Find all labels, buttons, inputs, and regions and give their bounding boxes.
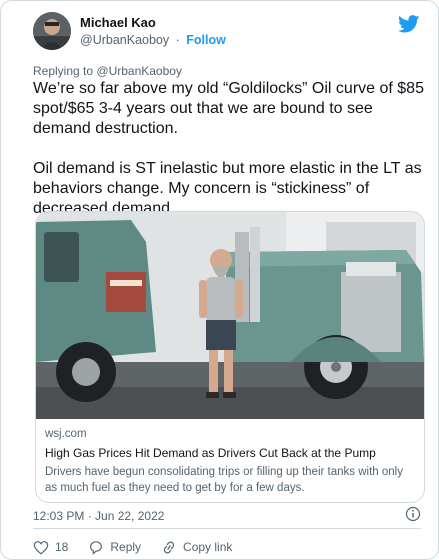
- link-card-info[interactable]: wsj.com High Gas Prices Hit Demand as Dr…: [45, 428, 415, 496]
- avatar[interactable]: [33, 12, 71, 50]
- replying-to: Replying to @UrbanKaoboy: [33, 64, 182, 78]
- link-card-image[interactable]: [36, 212, 424, 419]
- handle-separator: ·: [175, 33, 180, 47]
- tweet-timestamp[interactable]: 12:03 PM · Jun 22, 2022: [33, 509, 164, 523]
- author-handle[interactable]: @UrbanKaoboy: [80, 33, 169, 47]
- follow-button[interactable]: Follow: [186, 33, 226, 47]
- copy-link-button[interactable]: Copy link: [161, 540, 232, 555]
- action-bar: 18 Reply Copy link: [33, 538, 252, 556]
- info-icon[interactable]: [405, 506, 421, 522]
- link-card[interactable]: wsj.com High Gas Prices Hit Demand as Dr…: [35, 211, 425, 503]
- link-domain: wsj.com: [45, 428, 87, 440]
- link-icon: [163, 541, 175, 553]
- replying-handle[interactable]: @UrbanKaoboy: [96, 64, 182, 78]
- author-handle-row: @UrbanKaoboy · Follow: [80, 33, 226, 47]
- heart-icon: [33, 540, 49, 555]
- author-name[interactable]: Michael Kao: [80, 15, 156, 30]
- divider: [33, 528, 421, 529]
- reply-button[interactable]: Reply: [88, 540, 141, 555]
- tweet-card: Michael Kao @UrbanKaoboy · Follow Replyi…: [0, 0, 439, 560]
- link-description: Drivers have begun consolidating trips o…: [45, 466, 403, 494]
- copy-link-label: Copy link: [183, 540, 233, 554]
- replying-prefix: Replying to: [33, 64, 94, 78]
- like-count: 18: [55, 540, 69, 554]
- link-headline: High Gas Prices Hit Demand as Drivers Cu…: [45, 446, 376, 460]
- twitter-bird-icon[interactable]: [398, 15, 420, 33]
- like-button[interactable]: 18: [33, 540, 68, 555]
- reply-label: Reply: [110, 540, 142, 554]
- reply-bubble-icon: [90, 540, 103, 555]
- tweet-text: We’re so far above my old “Goldilocks” O…: [33, 80, 424, 217]
